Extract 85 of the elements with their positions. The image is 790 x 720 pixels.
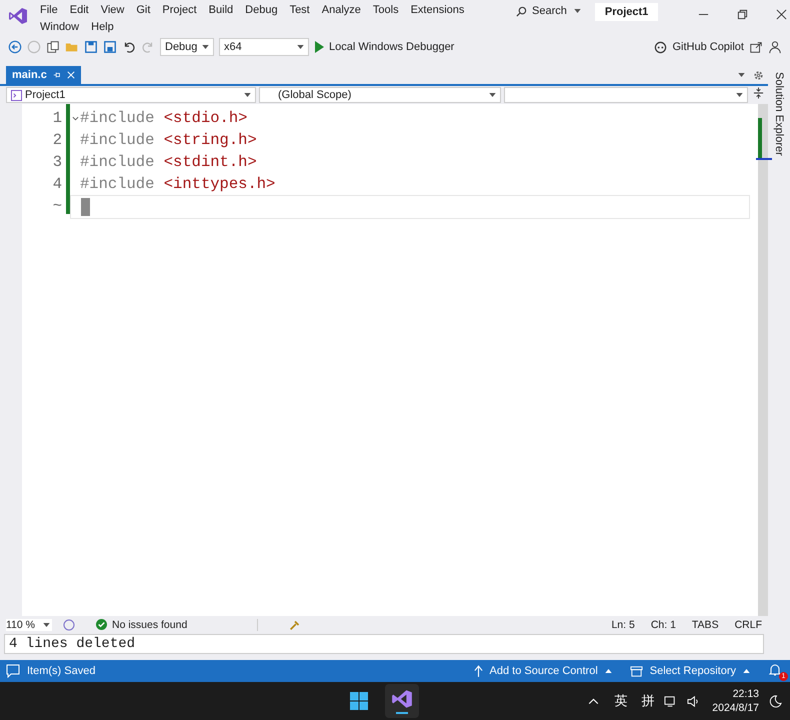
end-marker: ~: [52, 196, 63, 217]
pin-icon[interactable]: [52, 71, 61, 79]
repository-icon: [630, 664, 643, 678]
volume-icon[interactable]: [687, 694, 700, 708]
code-line: #include <stdio.h>: [80, 108, 248, 129]
code-line: #include <inttypes.h>: [80, 174, 276, 195]
search-icon: [516, 6, 527, 16]
file-tab[interactable]: main.c: [6, 66, 81, 84]
line-number: 1: [52, 108, 63, 129]
menu-item[interactable]: Analyze: [316, 3, 367, 17]
app-logo-icon: [390, 688, 413, 710]
caret-up-icon: [604, 669, 612, 673]
project-dropdown[interactable]: Project1: [6, 87, 256, 103]
code-line: #include <string.h>: [80, 130, 257, 151]
taskbar-app[interactable]: [384, 684, 419, 718]
repository-button[interactable]: Select Repository: [630, 664, 750, 678]
line-number: 2: [52, 130, 63, 151]
issues-status[interactable]: No issues found: [96, 618, 258, 630]
check-icon: [96, 619, 107, 630]
start-icon[interactable]: [348, 691, 369, 711]
menu-item[interactable]: Project: [156, 3, 203, 17]
code-line: #include <stdint.h>: [80, 152, 257, 173]
search-button[interactable]: Search: [516, 5, 581, 17]
status-message: Item(s) Saved: [6, 664, 96, 678]
caret-icon: [297, 45, 304, 49]
line-position: Ln: 5: [611, 618, 635, 630]
menu-item[interactable]: Git: [130, 3, 156, 17]
close-icon[interactable]: [776, 9, 788, 20]
menu-item[interactable]: Help: [85, 20, 120, 34]
line-number: 3: [52, 152, 63, 173]
platform-dropdown[interactable]: x64: [219, 38, 309, 56]
configuration-dropdown[interactable]: Debug: [160, 38, 214, 56]
menu-item[interactable]: Test: [284, 3, 316, 17]
bell-icon[interactable]: [768, 663, 782, 677]
caret-icon: [244, 93, 251, 97]
input-mode[interactable]: 英: [614, 692, 628, 710]
line-ending[interactable]: CRLF: [734, 618, 762, 630]
comment-icon: [6, 664, 20, 678]
copilot-button[interactable]: GitHub Copilot: [654, 40, 744, 54]
undo-icon[interactable]: [122, 40, 136, 54]
caret-icon: [574, 9, 581, 13]
menu-item[interactable]: Tools: [366, 3, 405, 17]
indent-mode[interactable]: TABS: [692, 618, 719, 630]
text-cursor: [81, 198, 90, 216]
save-all-icon[interactable]: [103, 40, 117, 54]
run-button[interactable]: Local Windows Debugger: [314, 41, 454, 53]
tab-list-icon[interactable]: [738, 73, 745, 77]
caret-icon: [489, 93, 496, 97]
caret-icon: [202, 45, 209, 49]
settings-icon[interactable]: [753, 70, 764, 80]
up-arrow-icon: [474, 664, 483, 678]
column-position: Ch: 1: [650, 618, 676, 630]
solution-name: Project1: [594, 3, 658, 21]
play-icon: [314, 41, 324, 53]
clock-date[interactable]: 2024/8/17: [712, 701, 759, 715]
input-method[interactable]: 拼: [641, 692, 654, 710]
line-number: 4: [52, 174, 63, 195]
clock-time[interactable]: 22:13: [732, 687, 759, 701]
menu-item[interactable]: View: [94, 3, 130, 17]
share-icon[interactable]: [749, 40, 763, 54]
solution-explorer-tab[interactable]: Solution Explorer: [773, 72, 785, 156]
restore-icon[interactable]: [737, 9, 748, 20]
collapse-icon[interactable]: [72, 116, 78, 120]
save-icon[interactable]: [84, 40, 98, 54]
caret-up-icon: [743, 669, 750, 673]
moon-icon[interactable]: [769, 694, 782, 708]
output-message: 4 lines deleted: [4, 634, 764, 654]
new-project-icon[interactable]: [46, 40, 60, 54]
scope-dropdown[interactable]: (Global Scope): [259, 87, 501, 103]
caret-icon: [43, 622, 50, 626]
app-logo-icon: [8, 6, 28, 26]
menu-item[interactable]: Debug: [239, 3, 284, 17]
project-icon: [11, 90, 22, 100]
menu-item[interactable]: Edit: [64, 3, 95, 17]
back-icon[interactable]: [8, 40, 22, 54]
zoom-dropdown[interactable]: 110 %: [6, 618, 52, 630]
menu-item[interactable]: Window: [34, 20, 86, 34]
source-control-button[interactable]: Add to Source Control: [474, 664, 612, 678]
network-icon[interactable]: [664, 694, 678, 708]
caret-icon: [736, 93, 743, 97]
menu-item[interactable]: File: [34, 3, 64, 17]
menu-item[interactable]: Build: [202, 3, 240, 17]
person-icon[interactable]: [768, 40, 782, 54]
split-icon[interactable]: [753, 87, 764, 99]
menu-item[interactable]: Extensions: [404, 3, 470, 17]
